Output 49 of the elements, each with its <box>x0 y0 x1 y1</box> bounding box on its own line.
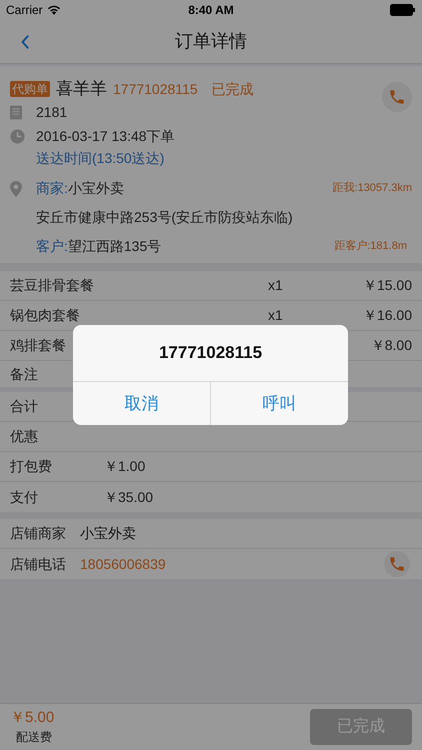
page-title: 订单详情 <box>175 30 247 53</box>
customer-name: 喜羊羊 <box>56 78 107 100</box>
order-tag: 代购单 <box>10 81 50 97</box>
order-number: 2181 <box>36 103 68 122</box>
phone-icon <box>388 88 406 106</box>
merchant-name: 商家:小宝外卖 <box>36 179 125 198</box>
item-quantity: x1 <box>268 306 284 325</box>
item-name: 芸豆排骨套餐 <box>10 277 94 293</box>
item-name: 鸡排套餐 <box>10 337 66 353</box>
clock-icon <box>10 129 25 144</box>
customer-phone: 17771028115 <box>113 80 198 98</box>
note-label: 备注 <box>10 364 38 384</box>
shop-name: 小宝外卖 <box>80 524 137 543</box>
merchant-address: 安丘市健康中路253号(安丘市防疫站东临) <box>36 208 293 227</box>
delivery-fee-label: 配送费 <box>15 729 53 746</box>
location-pin-icon <box>10 180 22 196</box>
shop-phone: 18056006839 <box>80 554 167 574</box>
summary-label: 优惠 <box>10 427 39 446</box>
call-button[interactable] <box>384 551 410 577</box>
carrier-name: Carrier <box>6 2 43 19</box>
dialog-title: 17771028115 <box>158 342 262 364</box>
dialog-button[interactable]: 取消 <box>73 382 210 425</box>
shop-label: 店铺电话 <box>10 554 67 574</box>
item-name: 锅包肉套餐 <box>10 307 80 323</box>
back-chevron-icon <box>20 34 30 50</box>
item-quantity: x1 <box>268 276 284 295</box>
battery-icon <box>390 4 416 16</box>
summary-value: ￥1.00 <box>104 457 146 476</box>
delivery-fee: ￥5.00 <box>10 708 54 728</box>
order-status: 已完成 <box>212 80 254 98</box>
shop-label: 店铺商家 <box>10 524 67 543</box>
delivery-time: 送达时间(13:50送达) <box>36 149 164 168</box>
receipt-icon <box>10 105 22 120</box>
item-price: ￥15.00 <box>362 276 412 295</box>
order-time: 2016-03-17 13:48下单 <box>36 127 175 146</box>
item-price: ￥8.00 <box>370 336 412 355</box>
summary-label: 支付 <box>10 488 39 506</box>
wifi-icon <box>46 4 61 16</box>
phone-icon <box>388 555 406 573</box>
item-price: ￥16.00 <box>362 306 412 325</box>
summary-label: 打包费 <box>10 457 53 476</box>
dialog-button[interactable]: 呼叫 <box>210 382 348 425</box>
customer-distance: 距客户:181.8m <box>334 238 407 254</box>
status-time: 8:40 AM <box>188 2 234 19</box>
summary-value: ￥35.00 <box>104 488 154 506</box>
customer-address: 客户:望江西路135号 <box>36 237 162 256</box>
call-button[interactable] <box>382 82 412 112</box>
merchant-distance: 距我:13057.3km <box>332 181 412 196</box>
summary-label: 合计 <box>10 397 39 416</box>
